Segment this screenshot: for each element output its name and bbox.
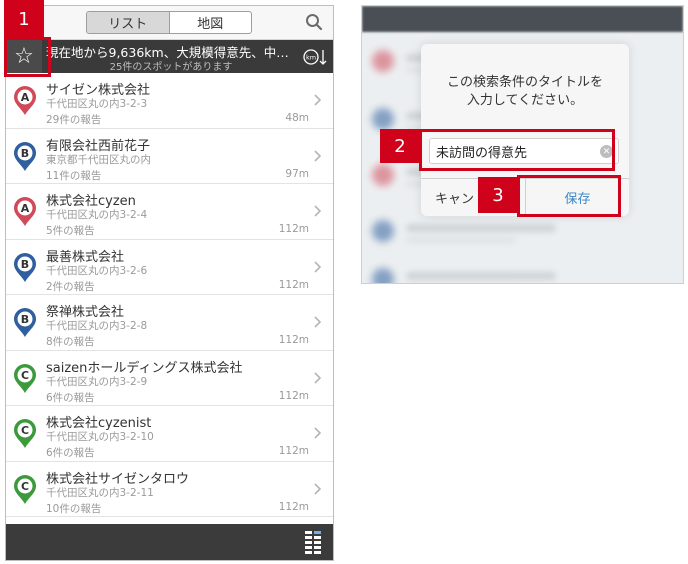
list-item[interactable]: B 有限会社西前花子 東京都千代田区丸の内 11件の報告 97m [6,128,333,184]
list-item[interactable]: C 株式会社サイゼンタロウ 千代田区丸の内3-2-11 10件の報告 112m [6,461,333,517]
spot-address: 千代田区丸の内3-2-4 [46,209,148,221]
list-item[interactable]: B 最善株式会社 千代田区丸の内3-2-6 2件の報告 112m [6,239,333,295]
spot-address: 千代田区丸の内3-2-3 [46,98,148,110]
report-count: 8件の報告 [46,336,95,348]
report-count: 6件の報告 [46,447,95,459]
location-pin-icon: C [14,363,36,393]
distance: 48m [285,112,309,124]
location-pin-icon: A [14,86,36,115]
spot-list: A サイゼン株式会社 千代田区丸の内3-2-3 29件の報告 48m B 有限会社西前花子東… [6,73,333,560]
spot-list-screen: リスト 地図 ☆ 現在地から9,636km、大規模得意先、中… 25件のスポット… [5,5,334,561]
distance: 112m [278,389,309,402]
spot-address: 千代田区丸の内3-2-9 [46,375,148,388]
list-item[interactable]: A 株式会社cyzen 千代田区丸の内3-2-4 5件の報告 112m [6,184,333,240]
rank-label: B [21,313,29,326]
tutorial-figure: リスト 地図 ☆ 現在地から9,636km、大規模得意先、中… 25件のスポット… [0,0,688,564]
top-navigation-bar: リスト 地図 [6,6,333,40]
rank-label: A [21,202,30,215]
list-item[interactable]: A サイゼン株式会社 千代田区丸の内3-2-3 29件の報告 48m [6,73,333,129]
chevron-right-icon [314,316,322,328]
location-pin-icon: B [14,308,36,337]
distance: 112m [278,223,309,235]
blurred-header [362,6,683,32]
location-pin-icon: A [14,197,36,226]
rank-label: C [21,480,29,493]
list-item[interactable]: C 株式会社cyzenist 千代田区丸の内3-2-10 6件の報告 112m [6,406,333,462]
step-badge-1: 1 [4,0,44,38]
dialog-message: この検索条件のタイトルを 入力してください。 [421,74,629,110]
blurred-row [362,210,683,254]
title-input-dialog: この検索条件のタイトルを 入力してください。 ✕ キャン 保存 [421,44,629,216]
distance: 112m [278,334,309,346]
report-count: 5件の報告 [46,225,95,237]
chevron-right-icon [314,482,322,495]
list-item[interactable]: Csaizenホールディングス株式会社 千代田区丸の内3-2-9 6件の報告 112m [6,350,333,406]
spot-address: 千代田区丸の内3-2-10 [46,431,154,443]
spot-count-text: 25件のスポットがあります [109,62,233,73]
list-item[interactable]: B 祭禅株式会社 千代田区丸の内3-2-8 8件の報告 112m [6,295,333,351]
dialog-message-line2: 入力してください。 [466,93,584,108]
rank-label: A [21,91,30,104]
step-badge-3: 3 [478,177,518,213]
location-pin-icon: B [14,252,36,282]
chevron-right-icon [314,427,322,439]
distance: 112m [278,445,309,457]
save-button[interactable]: 保存 [526,179,629,216]
rank-label: B [21,258,29,271]
distance: 112m [278,278,309,291]
search-icon[interactable] [305,13,323,31]
chevron-right-icon [314,205,322,217]
location-pin-icon: B [14,141,36,171]
report-count: 29件の報告 [46,114,102,126]
dialog-message-line1: この検索条件のタイトルを [446,75,603,90]
rank-label: B [21,147,29,160]
menu-grid-icon[interactable] [305,530,321,556]
distance: 112m [278,500,309,513]
sort-icon-label: km [306,54,316,62]
view-segmented-control: リスト 地図 [86,11,252,34]
clear-icon[interactable]: ✕ [600,145,613,158]
rank-label: C [21,424,29,437]
bottom-toolbar [6,524,333,560]
tab-list[interactable]: リスト [87,12,170,33]
report-count: 2件の報告 [46,280,95,293]
location-pin-icon: C [14,474,36,504]
step-badge-2: 2 [380,129,420,163]
spot-address: 千代田区丸の内3-2-6 [46,264,148,277]
rank-label: C [21,369,29,382]
blurred-row [362,258,683,283]
chevron-right-icon [314,149,322,162]
spot-address: 千代田区丸の内3-2-8 [46,320,148,332]
spot-address: 千代田区丸の内3-2-11 [46,486,154,499]
chevron-right-icon [314,371,322,384]
distance-sort-icon[interactable]: km [303,47,327,67]
chevron-right-icon [314,94,322,106]
distance: 97m [285,167,309,180]
spot-address: 東京都千代田区丸の内 [46,153,151,166]
search-condition-banner: ☆ 現在地から9,636km、大規模得意先、中… 25件のスポットがあります k… [6,40,333,73]
chevron-right-icon [314,260,322,273]
report-count: 11件の報告 [46,169,102,182]
report-count: 6件の報告 [46,391,95,404]
star-icon[interactable]: ☆ [6,40,42,73]
location-pin-icon: C [14,419,36,448]
tab-map[interactable]: 地図 [170,12,252,33]
report-count: 10件の報告 [46,502,102,515]
condition-title-input[interactable] [429,138,619,164]
